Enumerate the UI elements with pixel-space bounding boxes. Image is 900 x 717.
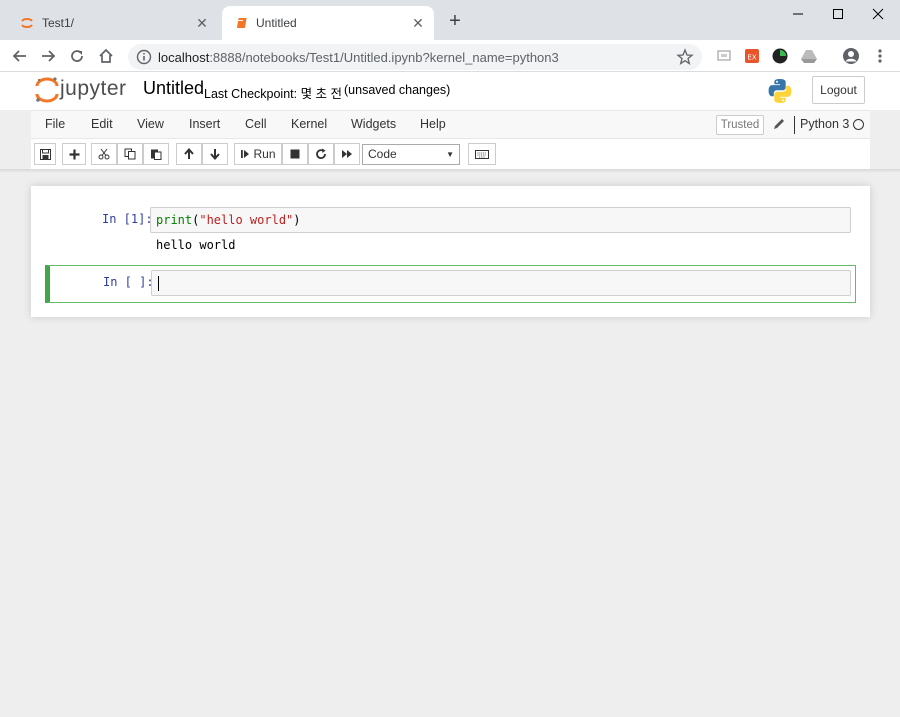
- url-path: :8888/notebooks/Test1/Untitled.ipynb?ker…: [209, 49, 559, 65]
- browser-tab-bar: Test1/ ✕ Untitled ✕ +: [0, 0, 900, 40]
- cell-output: hello world: [156, 238, 236, 252]
- kernel-name[interactable]: Python 3: [800, 117, 849, 131]
- menu-edit[interactable]: Edit: [91, 117, 113, 131]
- bookmark-star-icon[interactable]: [676, 48, 694, 66]
- tab-close-icon[interactable]: ✕: [410, 15, 426, 31]
- menu-widgets[interactable]: Widgets: [351, 117, 396, 131]
- input-prompt: In [ ]:: [103, 275, 154, 289]
- browser-toolbar: localhost:8888/notebooks/Test1/Untitled.…: [0, 40, 900, 72]
- edit-mode-pencil-icon: [772, 117, 786, 131]
- jupyter-logo-text: jupyter: [60, 77, 127, 100]
- plus-icon: [69, 149, 79, 159]
- tab-test1[interactable]: Test1/ ✕: [8, 6, 218, 40]
- fast-forward-icon: [342, 150, 352, 158]
- jupyter-favicon-icon: [20, 16, 34, 30]
- save-button[interactable]: [34, 143, 56, 165]
- move-up-button[interactable]: [176, 143, 202, 165]
- run-label: Run: [253, 147, 276, 161]
- notebook-menubar: File Edit View Insert Cell Kernel Widget…: [31, 110, 870, 139]
- kernel-idle-indicator-icon: [853, 119, 864, 130]
- code-string: "hello world": [199, 213, 294, 227]
- keyboard-icon: [475, 149, 489, 159]
- paste-icon: [151, 149, 162, 160]
- arrow-down-icon: [210, 149, 220, 160]
- code-builtin: print: [156, 213, 193, 227]
- stop-icon: [290, 149, 300, 159]
- back-icon[interactable]: [8, 44, 32, 68]
- jupyter-header: jupyter Untitled Last Checkpoint: 몇 초 전 …: [0, 72, 900, 110]
- text-cursor: [158, 276, 159, 291]
- extension-dark-icon[interactable]: [771, 47, 789, 65]
- code-paren-close: ): [293, 213, 301, 227]
- restart-kernel-button[interactable]: [308, 143, 334, 165]
- profile-avatar-icon[interactable]: [842, 47, 860, 65]
- dropdown-arrow-icon: ▼: [446, 150, 454, 159]
- copy-cell-button[interactable]: [117, 143, 143, 165]
- checkpoint-status: Last Checkpoint: 몇 초 전: [204, 87, 343, 101]
- header-divider: [0, 169, 900, 173]
- notebook-name[interactable]: Untitled: [143, 78, 204, 99]
- extension-ex-icon[interactable]: EX: [743, 47, 761, 65]
- menu-insert[interactable]: Insert: [189, 117, 220, 131]
- reload-icon[interactable]: [65, 44, 89, 68]
- autosave-status: (unsaved changes): [344, 83, 451, 97]
- insert-cell-button[interactable]: [62, 143, 86, 165]
- url-host: localhost: [158, 49, 210, 65]
- restart-icon: [316, 148, 326, 160]
- home-icon[interactable]: [94, 44, 118, 68]
- window-close-icon[interactable]: [866, 4, 890, 24]
- tab-title: Test1/: [42, 16, 75, 30]
- command-palette-button[interactable]: [468, 143, 496, 165]
- menu-cell[interactable]: Cell: [245, 117, 267, 131]
- cell-type-select[interactable]: Code ▼: [362, 144, 460, 165]
- address-bar[interactable]: localhost:8888/notebooks/Test1/Untitled.…: [128, 44, 702, 70]
- cell-type-value: Code: [368, 147, 397, 161]
- paste-cell-button[interactable]: [143, 143, 169, 165]
- extension-drive-icon[interactable]: [800, 47, 818, 65]
- svg-text:EX: EX: [747, 54, 756, 62]
- python-logo-icon: [767, 78, 793, 104]
- site-info-icon[interactable]: [136, 49, 152, 65]
- tab-close-icon[interactable]: ✕: [194, 15, 210, 31]
- cut-cell-button[interactable]: [91, 143, 117, 165]
- minimize-icon[interactable]: [786, 4, 810, 24]
- tab-untitled[interactable]: Untitled ✕: [222, 6, 434, 40]
- copy-icon: [124, 148, 136, 160]
- scissors-icon: [98, 148, 110, 160]
- code-cell-selected[interactable]: In [ ]:: [45, 265, 856, 303]
- notebook-favicon-icon: [234, 16, 248, 30]
- run-button[interactable]: Run: [234, 143, 282, 165]
- move-down-button[interactable]: [202, 143, 228, 165]
- menu-kernel[interactable]: Kernel: [291, 117, 327, 131]
- trusted-indicator[interactable]: Trusted: [716, 115, 764, 135]
- code-editor[interactable]: print("hello world"): [150, 207, 851, 233]
- extension-cast-icon[interactable]: [715, 47, 733, 65]
- new-tab-icon[interactable]: +: [445, 11, 465, 31]
- menu-file[interactable]: File: [45, 117, 65, 131]
- code-cell[interactable]: In [1]: print("hello world") hello world: [45, 204, 856, 260]
- kernel-separator: [794, 116, 795, 134]
- arrow-up-icon: [184, 148, 194, 159]
- forward-icon[interactable]: [36, 44, 60, 68]
- maximize-icon[interactable]: [826, 4, 850, 24]
- logout-button[interactable]: Logout: [812, 76, 865, 104]
- interrupt-kernel-button[interactable]: [282, 143, 308, 165]
- restart-run-all-button[interactable]: [334, 143, 360, 165]
- code-editor[interactable]: [151, 270, 851, 296]
- notebook-container: In [1]: print("hello world") hello world…: [31, 186, 870, 317]
- menu-view[interactable]: View: [137, 117, 164, 131]
- input-prompt: In [1]:: [102, 212, 153, 226]
- menu-help[interactable]: Help: [420, 117, 446, 131]
- browser-menu-icon[interactable]: [871, 47, 889, 65]
- save-icon: [39, 148, 51, 160]
- notebook-toolbar: Run Code ▼: [31, 139, 870, 169]
- tab-title: Untitled: [256, 16, 297, 30]
- step-forward-icon: [241, 150, 250, 158]
